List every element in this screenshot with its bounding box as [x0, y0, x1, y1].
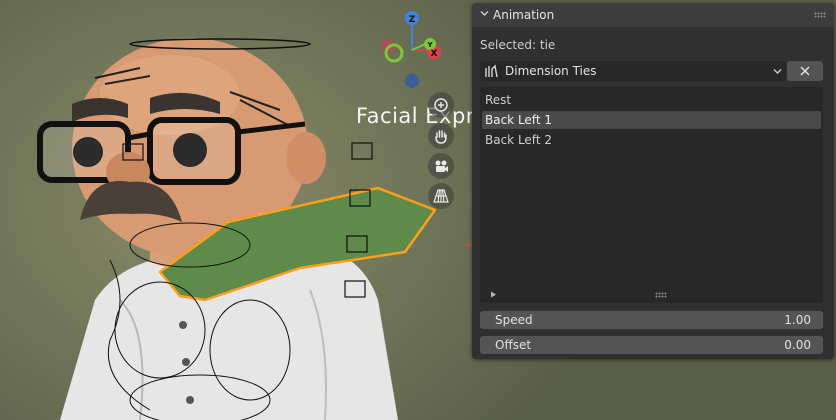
- camera-icon[interactable]: [428, 153, 454, 179]
- gizmo-y-label: Y: [426, 41, 433, 49]
- perspective-grid-icon[interactable]: [428, 183, 454, 209]
- speed-value: 1.00: [784, 313, 811, 327]
- list-item[interactable]: Rest: [482, 91, 821, 109]
- action-library-icon: [485, 64, 498, 78]
- viewport-overlay-text: Facial Expre: [356, 104, 488, 128]
- list-item-selected[interactable]: Back Left 1: [482, 111, 821, 129]
- panel-title: Animation: [493, 8, 555, 22]
- offset-value: 0.00: [784, 338, 811, 352]
- close-icon: [800, 66, 810, 76]
- hand-pan-icon[interactable]: [428, 123, 454, 149]
- chevron-down-icon: [773, 69, 782, 74]
- panel-header[interactable]: Animation: [472, 3, 834, 27]
- speed-field[interactable]: Speed 1.00: [480, 311, 823, 329]
- offset-field[interactable]: Offset 0.00: [480, 336, 823, 354]
- offset-label: Offset: [495, 338, 532, 352]
- animation-panel: Animation Selected: tie Dimension Ties R…: [472, 3, 834, 359]
- chevron-down-icon[interactable]: [480, 9, 489, 18]
- gizmo-x-label: X: [431, 49, 438, 59]
- navigation-gizmo[interactable]: Z X Y: [376, 8, 446, 94]
- clear-button[interactable]: [787, 61, 823, 81]
- list-item[interactable]: Back Left 2: [482, 131, 821, 149]
- drag-handle-icon[interactable]: [814, 12, 826, 18]
- speed-label: Speed: [495, 313, 533, 327]
- list-resize-handle-icon[interactable]: [655, 292, 667, 298]
- expand-arrow-icon[interactable]: [490, 291, 497, 298]
- action-dropdown[interactable]: Dimension Ties: [480, 61, 786, 81]
- action-dropdown-value: Dimension Ties: [505, 64, 597, 78]
- zoom-icon[interactable]: [428, 92, 454, 118]
- gizmo-z-label: Z: [409, 15, 416, 25]
- animation-list[interactable]: Rest Back Left 1 Back Left 2: [480, 87, 823, 303]
- selected-object-label: Selected: tie: [480, 38, 556, 52]
